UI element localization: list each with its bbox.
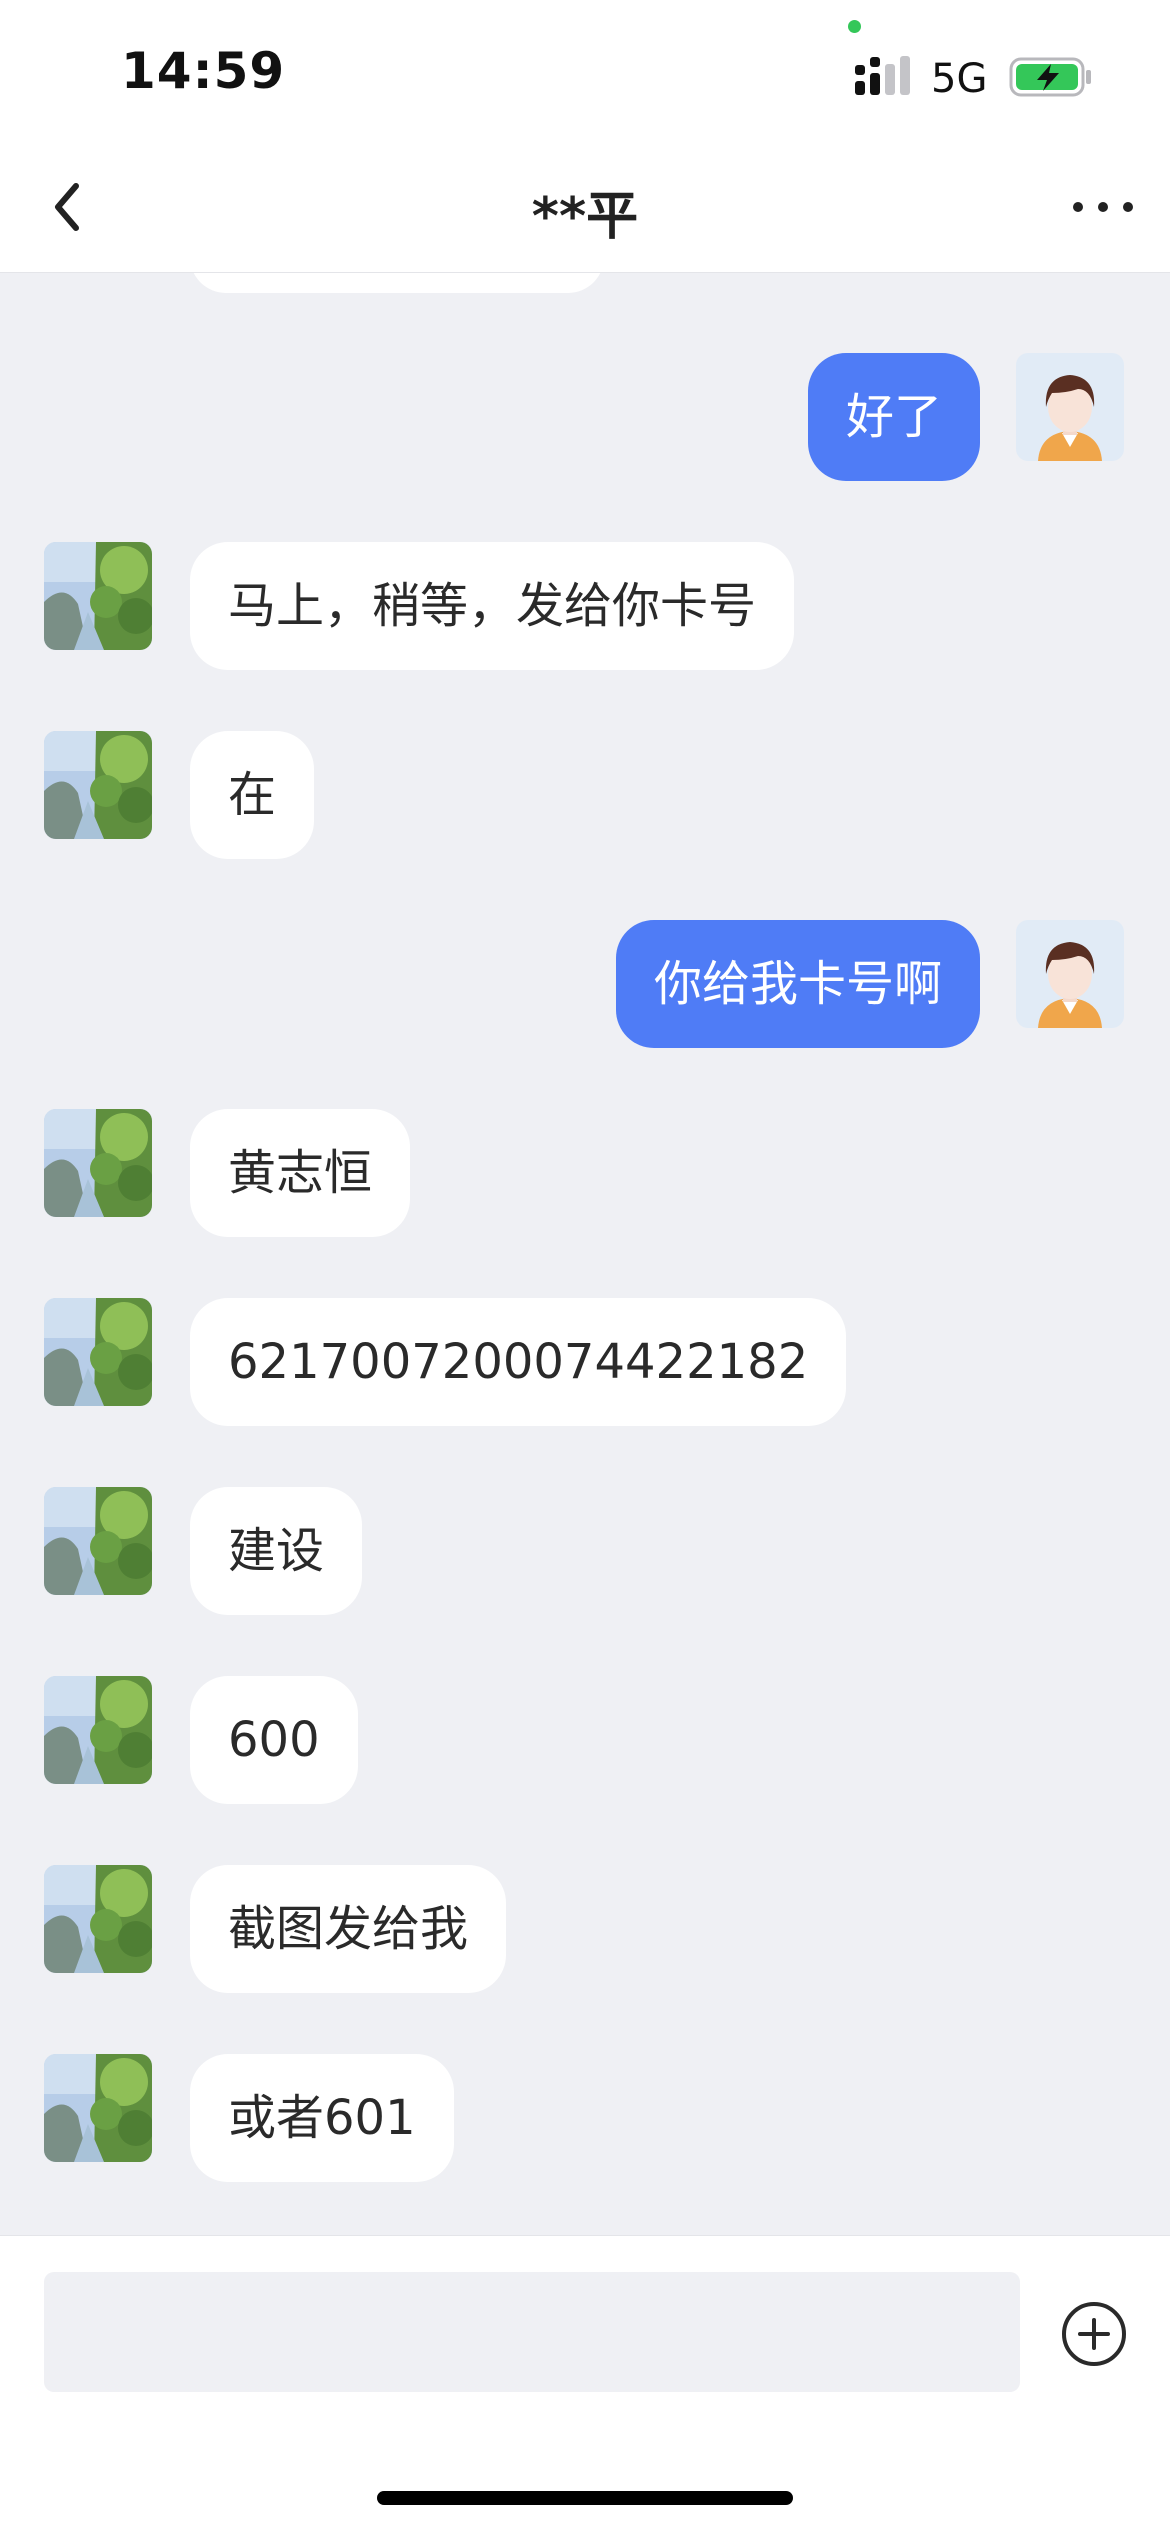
message-bubble[interactable]: 或者601 xyxy=(190,2054,454,2182)
camera-indicator-dot xyxy=(848,20,861,33)
message-bubble[interactable]: 好了 xyxy=(807,353,980,481)
message-bubble[interactable]: 黄志恒 xyxy=(190,1109,411,1237)
incoming-message: 建设 xyxy=(0,1487,1170,1617)
message-bubble[interactable]: 截图发给我 xyxy=(190,1865,507,1993)
incoming-message: 6217007200074422182 xyxy=(0,1298,1170,1428)
network-type-label: 5G xyxy=(931,56,988,102)
message-bubble[interactable]: 马上，稍等，发给你卡号 xyxy=(190,542,795,670)
incoming-message: 截图发给我 xyxy=(0,1865,1170,1995)
incoming-message: 或者601 xyxy=(0,2054,1170,2184)
incoming-message: 黄志恒 xyxy=(0,1109,1170,1239)
contact-avatar[interactable] xyxy=(44,1298,152,1406)
contact-avatar[interactable] xyxy=(44,1487,152,1595)
message-bubble[interactable]: 建设 xyxy=(190,1487,363,1615)
input-bar xyxy=(0,2235,1170,2532)
contact-avatar[interactable] xyxy=(44,2054,152,2162)
page-title: **平 xyxy=(531,187,639,247)
message-bubble[interactable]: 你给我卡号啊 xyxy=(615,920,980,1048)
message-bubble[interactable]: 在 xyxy=(190,731,315,859)
incoming-message: 在 xyxy=(0,731,1170,861)
nav-bar: **平 xyxy=(0,150,1170,273)
contact-avatar[interactable] xyxy=(44,1676,152,1784)
my-avatar[interactable] xyxy=(1016,920,1124,1028)
outgoing-message: 好了 xyxy=(0,353,1170,483)
status-bar: 14:59 5G xyxy=(0,0,1170,150)
message-list[interactable]: 好了 马上，稍等，发给你卡号 在 你给我卡号啊 黄志恒 621700720007… xyxy=(0,273,1170,2235)
home-indicator xyxy=(377,2491,793,2505)
cellular-signal-icon xyxy=(855,56,910,95)
plus-circle-icon[interactable] xyxy=(1060,2300,1128,2368)
more-dots-icon[interactable] xyxy=(1068,192,1138,222)
my-avatar[interactable] xyxy=(1016,353,1124,461)
message-bubble[interactable]: 6217007200074422182 xyxy=(190,1298,847,1426)
message-input[interactable] xyxy=(44,2272,1020,2392)
chat-screen: 14:59 5G **平 好了 马上，稍等，发给你卡号 在 你给我卡号啊 黄志恒… xyxy=(0,0,1170,2532)
status-time: 14:59 xyxy=(121,42,286,100)
incoming-message: 600 xyxy=(0,1676,1170,1806)
outgoing-message: 你给我卡号啊 xyxy=(0,920,1170,1050)
partial-message-bubble xyxy=(190,273,604,293)
contact-avatar[interactable] xyxy=(44,731,152,839)
contact-avatar[interactable] xyxy=(44,1109,152,1217)
incoming-message: 马上，稍等，发给你卡号 xyxy=(0,542,1170,672)
battery-charging-icon xyxy=(1009,57,1091,97)
message-bubble[interactable]: 600 xyxy=(190,1676,358,1804)
contact-avatar[interactable] xyxy=(44,1865,152,1973)
contact-avatar[interactable] xyxy=(44,542,152,650)
